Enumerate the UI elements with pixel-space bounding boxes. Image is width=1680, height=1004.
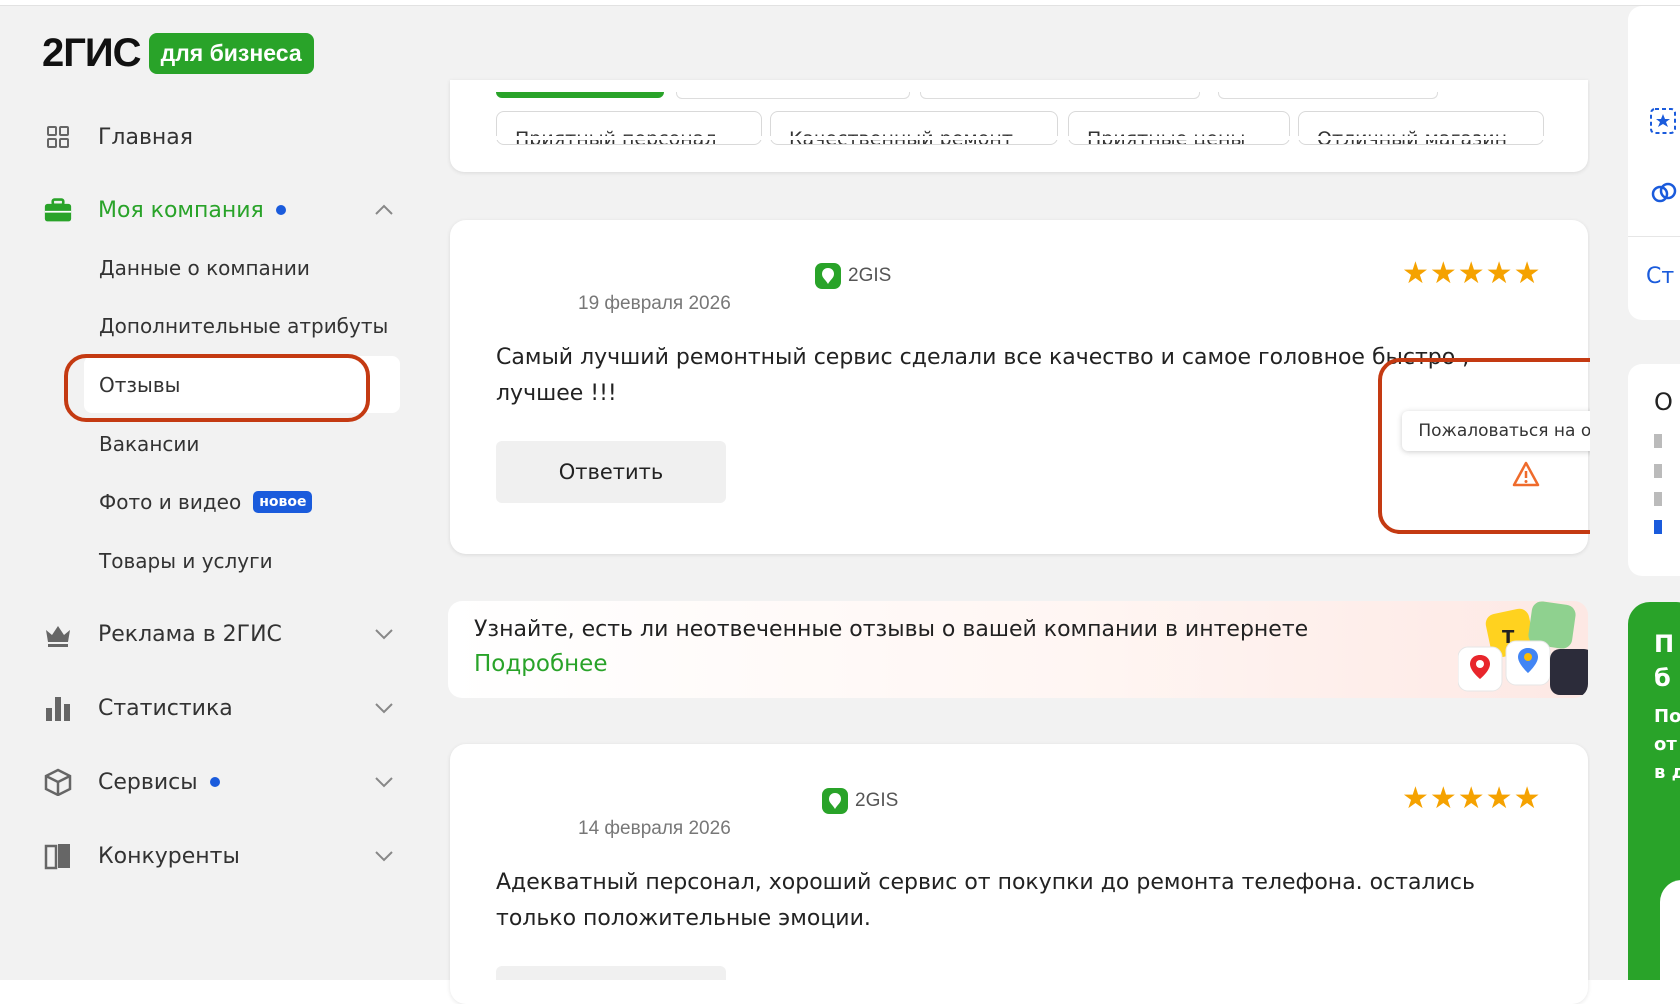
promo-title: П <box>1654 630 1675 658</box>
chip-mask <box>450 136 1588 140</box>
banner-text: Узнайте, есть ли неотвеченные отзывы о в… <box>474 617 1309 642</box>
filter-chip-top <box>676 92 910 99</box>
filter-chip-top <box>920 92 1200 99</box>
reply-button[interactable] <box>496 966 726 980</box>
sidebar-subitem-vacancies[interactable]: Вакансии <box>99 429 199 459</box>
sidebar-subitem-label: Дополнительные атрибуты <box>99 314 389 338</box>
reply-button[interactable]: Ответить <box>496 441 726 503</box>
chevron-down-icon[interactable] <box>374 624 394 644</box>
promo-text: в д <box>1654 762 1680 783</box>
promo-image <box>1660 880 1680 980</box>
sidebar-item-label: Сервисы <box>98 769 198 795</box>
sidebar-item-label: Конкуренты <box>98 843 240 869</box>
chevron-down-icon[interactable] <box>374 772 394 792</box>
sidebar-subitem-label: Данные о компании <box>99 256 310 280</box>
unanswered-reviews-banner[interactable]: Узнайте, есть ли неотвеченные отзывы о в… <box>448 601 1588 698</box>
promo-text: По <box>1654 706 1680 727</box>
2gis-logo-icon <box>822 788 848 814</box>
right-card: Ст <box>1628 6 1680 320</box>
review-text: Самый лучший ремонтный сервис сделали вс… <box>496 345 1470 406</box>
rating-stars: ★★★★★ <box>1402 781 1542 816</box>
chevron-up-icon[interactable] <box>374 200 394 220</box>
right-panel: Ст О П б По от в д <box>1590 6 1680 980</box>
text-fragment <box>1654 434 1662 448</box>
sidebar-item-company[interactable]: Моя компания <box>44 190 394 230</box>
sidebar-subitem-goods[interactable]: Товары и услуги <box>99 546 273 576</box>
notification-dot <box>209 777 220 787</box>
sidebar-subitem-company-data[interactable]: Данные о компании <box>99 253 310 283</box>
promo-title: б <box>1654 664 1671 692</box>
review-date: 14 февраля 2026 <box>578 818 731 839</box>
dashboard-icon <box>44 123 72 151</box>
compare-icon <box>44 842 72 870</box>
highlight-reviews-item <box>64 354 370 422</box>
source-label: 2GIS <box>848 265 892 286</box>
link-fragment <box>1654 520 1662 534</box>
promo-text: от <box>1654 734 1677 755</box>
map-apps-illustration: T <box>1458 601 1588 695</box>
link-icon <box>1651 182 1677 203</box>
text-fragment <box>1654 492 1662 506</box>
source-label: 2GIS <box>855 790 899 811</box>
sidebar-item-competitors[interactable]: Конкуренты <box>44 836 394 876</box>
sidebar-subitem-label: Товары и услуги <box>99 549 273 573</box>
sidebar-item-label: Реклама в 2ГИС <box>98 621 282 647</box>
chevron-down-icon[interactable] <box>374 698 394 718</box>
text-fragment <box>1654 464 1662 478</box>
logo-badge: для бизнеса <box>148 32 314 74</box>
sidebar-subitem-label: Вакансии <box>99 432 200 456</box>
cube-icon <box>44 768 72 796</box>
sidebar-item-label: Статистика <box>98 695 233 721</box>
filter-chip-top <box>1218 92 1438 99</box>
star-frame-icon <box>1650 108 1676 134</box>
notification-dot <box>275 205 286 215</box>
crown-icon <box>44 620 72 648</box>
sidebar-item-statistics[interactable]: Статистика <box>44 688 394 728</box>
sidebar-item-label: Моя компания <box>98 197 264 223</box>
review-text: Адекватный персонал, хороший сервис от п… <box>496 870 1475 931</box>
bar-chart-icon <box>44 694 72 722</box>
sidebar-item-ads[interactable]: Реклама в 2ГИС <box>44 614 394 654</box>
sidebar-subitem-photo-video[interactable]: Фото и видео новое <box>99 487 313 517</box>
right-card-title: О <box>1654 388 1673 416</box>
rating-stars: ★★★★★ <box>1402 256 1542 291</box>
sidebar-item-services[interactable]: Сервисы <box>44 762 394 802</box>
right-card-link[interactable]: Ст <box>1646 264 1674 289</box>
review-source: 2GIS <box>815 263 891 289</box>
2gis-logo-icon <box>815 263 841 289</box>
promo-card[interactable]: П б По от в д <box>1628 602 1680 980</box>
briefcase-icon <box>44 196 72 224</box>
logo[interactable]: 2ГИС для бизнеса <box>42 30 314 76</box>
review-date: 19 февраля 2026 <box>578 293 731 314</box>
new-badge: новое <box>253 491 313 513</box>
review-source: 2GIS <box>822 788 898 814</box>
banner-more-link[interactable]: Подробнее <box>474 651 607 677</box>
chevron-down-icon[interactable] <box>374 846 394 866</box>
logo-brand: 2ГИС <box>42 30 142 75</box>
right-card: О <box>1628 364 1680 576</box>
divider <box>1628 236 1680 237</box>
sidebar-item-home[interactable]: Главная <box>44 117 394 157</box>
active-filter-underline <box>496 92 664 98</box>
sidebar-subitem-label: Фото и видео <box>99 490 242 514</box>
sidebar-subitem-attributes[interactable]: Дополнительные атрибуты <box>99 311 388 341</box>
sidebar-item-label: Главная <box>98 124 194 150</box>
